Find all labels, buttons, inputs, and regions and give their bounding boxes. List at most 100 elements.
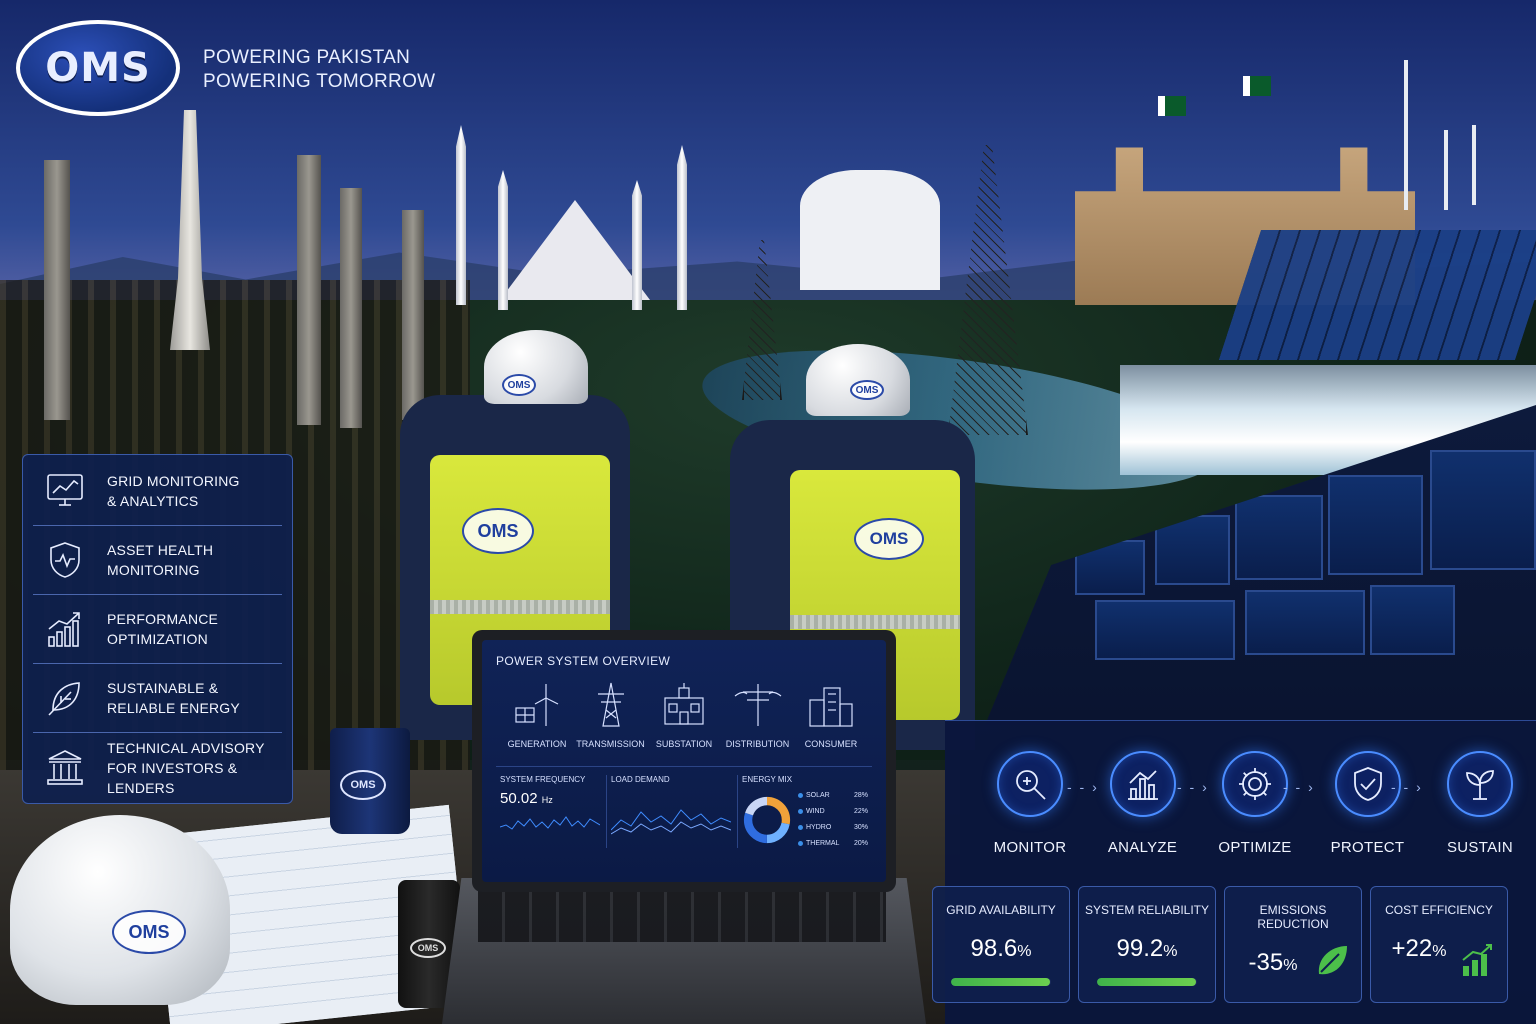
frequency-value: 50.02 Hz bbox=[500, 790, 600, 807]
kpi-number: 98.6 bbox=[970, 935, 1018, 962]
smokestack bbox=[402, 210, 424, 420]
green-leaf-icon bbox=[1318, 946, 1347, 975]
magnifier-icon bbox=[1016, 770, 1046, 800]
mix-item: THERMAL 20% bbox=[798, 836, 868, 852]
gear-icon bbox=[1239, 768, 1271, 800]
tagline-line-2: POWERING TOMORROW bbox=[203, 71, 436, 92]
kpi-progress-fill bbox=[951, 978, 1050, 986]
analysis-chart-icon bbox=[1127, 770, 1158, 800]
smokestack bbox=[44, 160, 70, 420]
hard-hat bbox=[484, 330, 588, 404]
oms-badge: OMS bbox=[410, 938, 446, 958]
kpi-number: -35 bbox=[1248, 949, 1284, 976]
monitor-screen bbox=[1245, 590, 1365, 655]
tagline-line-1: POWERING PAKISTAN bbox=[203, 47, 411, 68]
growth-chart-icon bbox=[48, 612, 80, 647]
smokestack bbox=[340, 188, 362, 428]
legend-dot bbox=[798, 792, 803, 798]
step-analyze: ANALYZE bbox=[1098, 751, 1188, 856]
load-chart bbox=[610, 809, 732, 835]
solar-panels bbox=[1218, 230, 1536, 360]
step-label: ANALYZE bbox=[1107, 839, 1178, 856]
step-circle bbox=[1447, 751, 1513, 817]
frequency-card: SYSTEM FREQUENCY 50.02 Hz bbox=[496, 775, 607, 848]
kpi-progress bbox=[951, 978, 1051, 986]
stats-row: SYSTEM FREQUENCY 50.02 Hz LOAD DEMAND EN… bbox=[496, 766, 872, 848]
chain-consumer: CONSUMER bbox=[796, 680, 866, 752]
chain-label: GENERATION bbox=[507, 739, 567, 749]
mix-pct: 20% bbox=[853, 840, 868, 847]
world-map-screen bbox=[1430, 450, 1536, 570]
monitor-screen bbox=[1370, 585, 1455, 655]
kpi-unit: % bbox=[1432, 943, 1447, 960]
frequency-label: SYSTEM FREQUENCY bbox=[500, 775, 586, 784]
flow-arrow: - - › bbox=[1283, 779, 1315, 795]
minaret bbox=[677, 145, 687, 310]
plant-icon bbox=[1466, 770, 1494, 800]
chain-substation: SUBSTATION bbox=[649, 680, 719, 752]
shield-heartbeat-icon bbox=[50, 542, 80, 578]
oms-logo: OMS bbox=[16, 20, 180, 116]
oms-badge: OMS bbox=[502, 374, 536, 396]
utility-pole-icon bbox=[734, 684, 781, 726]
service-label-3b: OPTIMIZATION bbox=[107, 631, 208, 647]
oms-badge: OMS bbox=[850, 380, 884, 400]
legend-dot bbox=[798, 824, 803, 830]
kpi-row: GRID AVAILABILITY 98.6% SYSTEM RELIABILI… bbox=[932, 886, 1532, 1003]
service-asset-health: ASSET HEALTH MONITORING bbox=[33, 526, 282, 595]
hard-hat bbox=[806, 344, 910, 416]
mix-item: WIND 22% bbox=[798, 804, 868, 820]
step-circle bbox=[997, 751, 1063, 817]
service-performance: PERFORMANCE OPTIMIZATION bbox=[33, 595, 282, 664]
step-optimize: OPTIMIZE bbox=[1210, 751, 1300, 856]
kpi-label: COST EFFICIENCY bbox=[1385, 903, 1493, 917]
keyboard bbox=[478, 886, 886, 942]
power-chain: GENERATION TRANSMISSION SUBSTATION DISTR… bbox=[496, 680, 872, 752]
service-sustainable: SUSTAINABLE & RELIABLE ENERGY bbox=[33, 664, 282, 733]
kpi-value: +22% bbox=[1371, 935, 1467, 963]
legend-dot bbox=[798, 840, 803, 846]
mix-item: HYDRO 30% bbox=[798, 820, 868, 836]
step-label: OPTIMIZE bbox=[1218, 839, 1292, 856]
oms-badge: OMS bbox=[854, 518, 924, 560]
kpi-value: -35% bbox=[1225, 949, 1321, 977]
step-label: PROTECT bbox=[1330, 839, 1405, 856]
mix-name: HYDRO bbox=[806, 824, 832, 831]
flow-arrow: - - › bbox=[1391, 779, 1423, 795]
kpi-label: EMISSIONS REDUCTION bbox=[1257, 903, 1329, 931]
mix-pct: 28% bbox=[853, 792, 868, 799]
pakistan-flag bbox=[1158, 96, 1186, 116]
load-card: LOAD DEMAND bbox=[607, 775, 738, 848]
white-hard-hat bbox=[10, 815, 230, 1005]
chain-transmission: TRANSMISSION bbox=[576, 680, 646, 752]
step-label: MONITOR bbox=[993, 839, 1067, 856]
chain-label: CONSUMER bbox=[804, 739, 858, 749]
energy-mix: SOLAR 28% WIND 22% HYDRO 30% THERMAL 20% bbox=[742, 788, 868, 852]
chain-distribution: DISTRIBUTION bbox=[723, 680, 793, 752]
legend-dot bbox=[798, 808, 803, 814]
monitor-screen bbox=[1328, 475, 1423, 575]
kpi-unit: % bbox=[1163, 943, 1178, 960]
wind-solar-icon bbox=[515, 684, 559, 726]
mix-name: THERMAL bbox=[806, 840, 840, 847]
transmission-tower-icon bbox=[597, 682, 624, 727]
kpi-emissions-reduction: EMISSIONS REDUCTION -35% bbox=[1224, 886, 1362, 1003]
mix-pct: 22% bbox=[853, 808, 868, 815]
mix-label: ENERGY MIX bbox=[742, 775, 793, 784]
wind-turbine bbox=[1444, 130, 1448, 210]
kpi-number: 99.2 bbox=[1116, 935, 1164, 962]
step-circle bbox=[1109, 751, 1176, 817]
kpi-label: GRID AVAILABILITY bbox=[946, 903, 1056, 917]
service-label-1a: GRID MONITORING bbox=[107, 473, 240, 489]
chain-generation: GENERATION bbox=[502, 680, 572, 752]
monitor-screen bbox=[1095, 600, 1235, 660]
service-label-1b: & ANALYTICS bbox=[107, 493, 199, 509]
laptop: POWER SYSTEM OVERVIEW GENERATION TRANSMI… bbox=[472, 630, 896, 892]
service-advisory: TECHNICAL ADVISORY FOR INVESTORS & LENDER… bbox=[33, 733, 282, 802]
step-label: SUSTAIN bbox=[1447, 839, 1513, 856]
oms-badge: OMS bbox=[462, 508, 534, 554]
frequency-sparkline bbox=[499, 816, 601, 830]
mix-item: SOLAR 28% bbox=[798, 788, 868, 804]
service-label-5a: TECHNICAL ADVISORY bbox=[107, 739, 265, 756]
minaret bbox=[498, 170, 508, 310]
